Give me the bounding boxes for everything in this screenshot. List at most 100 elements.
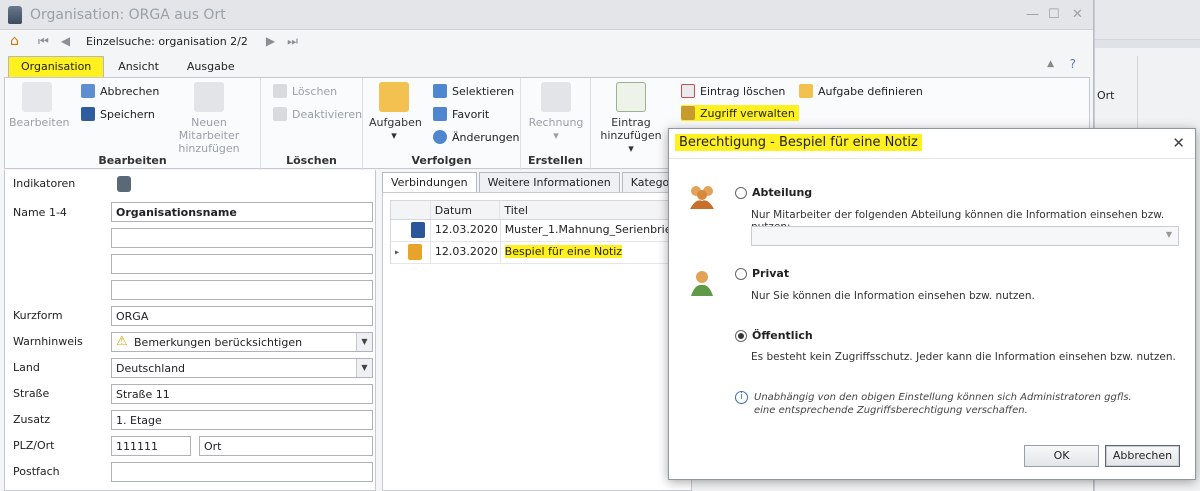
- delete-button[interactable]: Löschen: [273, 84, 337, 98]
- tab-organisation[interactable]: Organisation: [8, 56, 105, 77]
- option-department[interactable]: Abteilung: [735, 186, 812, 199]
- add-entry-button[interactable]: Eintrag hinzufügen ▾: [597, 82, 665, 155]
- add-employee-button[interactable]: Neuen Mitarbeiter hinzufügen: [161, 82, 257, 155]
- label-pobox: Postfach: [13, 465, 60, 478]
- background-window-text: Ort: [1097, 89, 1115, 102]
- pencil-icon: [22, 82, 52, 112]
- select-button[interactable]: Selektieren: [433, 84, 514, 98]
- ok-button[interactable]: OK: [1024, 445, 1099, 467]
- database-icon: [8, 5, 22, 24]
- previous-record-icon[interactable]: ◀: [61, 34, 70, 48]
- option-public[interactable]: Öffentlich: [735, 329, 813, 342]
- department-select[interactable]: ▼: [751, 226, 1179, 246]
- label-name: Name 1-4: [13, 206, 67, 219]
- clipboard-icon: [379, 82, 409, 112]
- column-date[interactable]: Datum: [431, 201, 501, 219]
- help-icon[interactable]: ?: [1070, 57, 1076, 71]
- street-input[interactable]: Straße 11: [111, 384, 373, 404]
- admin-info: i Unabhängig von den obigen Einstellung …: [735, 391, 1132, 417]
- changes-button[interactable]: Änderungen: [433, 130, 519, 144]
- maximize-button[interactable]: ☐: [1048, 7, 1060, 22]
- dialog-title: Berechtigung - Bespiel für eine Notiz: [675, 134, 922, 151]
- group-verfolgen: Aufgaben ▾ Selektieren Favorit Änderungen…: [363, 78, 521, 170]
- label-indicators: Indikatoren: [13, 177, 76, 190]
- tab-ansicht[interactable]: Ansicht: [104, 57, 173, 77]
- tab-verbindungen[interactable]: Verbindungen: [382, 172, 477, 192]
- delete-entry-button[interactable]: Eintrag löschen: [681, 84, 785, 98]
- save-button[interactable]: Speichern: [81, 107, 155, 121]
- organisation-form: Indikatoren Name 1-4 Organisationsname K…: [4, 170, 376, 491]
- group-label-verfolgen: Verfolgen: [411, 154, 472, 167]
- history-icon: [433, 130, 447, 144]
- tab-weitere-informationen[interactable]: Weitere Informationen: [478, 172, 620, 192]
- grid-header: Datum Titel: [390, 200, 690, 220]
- name-1-input[interactable]: Organisationsname: [111, 202, 373, 222]
- group-erstellen: Rechnung ▾ Erstellen: [521, 78, 591, 170]
- undo-icon: [81, 84, 95, 98]
- city-input[interactable]: Ort: [199, 436, 373, 456]
- group-label-erstellen: Erstellen: [527, 154, 584, 167]
- lock-icon: [681, 106, 695, 120]
- dialog-title-bar: Berechtigung - Bespiel für eine Notiz ✕: [669, 129, 1195, 159]
- pin-icon: [433, 84, 447, 98]
- info-text-line2: eine entsprechende Zugriffsberechtigung …: [754, 405, 1028, 416]
- group-bearbeiten: Bearbeiten Abbrechen Speichern Neuen Mit…: [5, 78, 261, 170]
- document-add-icon: [541, 82, 571, 112]
- star-icon: [433, 107, 447, 121]
- edit-button[interactable]: Bearbeiten: [9, 82, 69, 129]
- group-icon: [690, 186, 714, 209]
- addition-input[interactable]: 1. Etage: [111, 410, 373, 430]
- private-description: Nur Sie können die Information einsehen …: [751, 290, 1035, 302]
- tasks-button[interactable]: Aufgaben ▾: [369, 82, 422, 142]
- close-icon[interactable]: ✕: [1172, 134, 1185, 152]
- table-row[interactable]: ▸ 12.03.2020 Bespiel für eine Notiz: [390, 242, 690, 264]
- warning-select[interactable]: ⚠ Bemerkungen berücksichtigen ▼: [111, 332, 373, 352]
- cancel-edit-button[interactable]: Abbrechen: [81, 84, 159, 98]
- note-icon: [407, 244, 422, 260]
- detail-tabs: Verbindungen Weitere Informationen Kateg…: [382, 172, 702, 192]
- radio-public[interactable]: [735, 329, 747, 342]
- collapse-ribbon-icon[interactable]: ▲: [1047, 59, 1054, 69]
- user-icon: [691, 271, 713, 296]
- favorite-button[interactable]: Favorit: [433, 107, 489, 121]
- connections-panel: Datum Titel 12.03.2020 Muster_1.Mahnung_…: [382, 192, 692, 491]
- chevron-down-icon[interactable]: ▼: [356, 333, 372, 351]
- chevron-down-icon[interactable]: ▼: [356, 359, 372, 377]
- manage-access-button[interactable]: Zugriff verwalten: [681, 105, 799, 121]
- word-document-icon: [411, 222, 425, 238]
- last-record-icon[interactable]: ⏭: [287, 34, 298, 49]
- row-title: Muster_1.Mahnung_Serienbrief_A(: [504, 223, 690, 236]
- cancel-button[interactable]: Abbrechen: [1105, 445, 1180, 467]
- define-task-button[interactable]: Aufgabe definieren: [799, 84, 923, 98]
- radio-private[interactable]: [735, 267, 747, 280]
- title-bar: Organisation: ORGA aus Ort: [0, 0, 1093, 30]
- save-icon: [81, 107, 95, 121]
- deactivate-button[interactable]: Deaktivieren: [273, 107, 362, 121]
- country-select[interactable]: Deutschland ▼: [111, 358, 373, 378]
- column-title[interactable]: Titel: [500, 201, 689, 219]
- zip-input[interactable]: 111111: [111, 436, 191, 456]
- radio-department[interactable]: [735, 186, 747, 199]
- tab-ausgabe[interactable]: Ausgabe: [173, 57, 249, 77]
- search-position-label: Einzelsuche: organisation 2/2: [86, 34, 248, 48]
- window-title: Organisation: ORGA aus Ort: [30, 6, 226, 23]
- connections-grid: Datum Titel 12.03.2020 Muster_1.Mahnung_…: [390, 200, 690, 264]
- group-label-bearbeiten: Bearbeiten: [98, 154, 167, 167]
- next-record-icon[interactable]: ▶: [266, 34, 275, 48]
- label-street: Straße: [13, 387, 50, 400]
- close-button[interactable]: ✕: [1072, 7, 1083, 22]
- option-private[interactable]: Privat: [735, 267, 789, 280]
- ribbon-tabs: Organisation Ansicht Ausgabe ▲ ?: [0, 55, 1094, 77]
- short-name-input[interactable]: ORGA: [111, 306, 373, 326]
- delete-icon: [273, 84, 287, 98]
- minimize-button[interactable]: —: [1026, 7, 1039, 22]
- pobox-input[interactable]: [111, 462, 373, 482]
- name-3-input[interactable]: [111, 254, 373, 274]
- name-4-input[interactable]: [111, 280, 373, 300]
- indicator-icon[interactable]: [117, 176, 131, 192]
- name-2-input[interactable]: [111, 228, 373, 248]
- first-record-icon[interactable]: ⏮: [38, 34, 49, 49]
- invoice-button[interactable]: Rechnung ▾: [525, 82, 587, 142]
- home-icon[interactable]: ⌂: [10, 34, 26, 48]
- table-row[interactable]: 12.03.2020 Muster_1.Mahnung_Serienbrief_…: [390, 220, 690, 242]
